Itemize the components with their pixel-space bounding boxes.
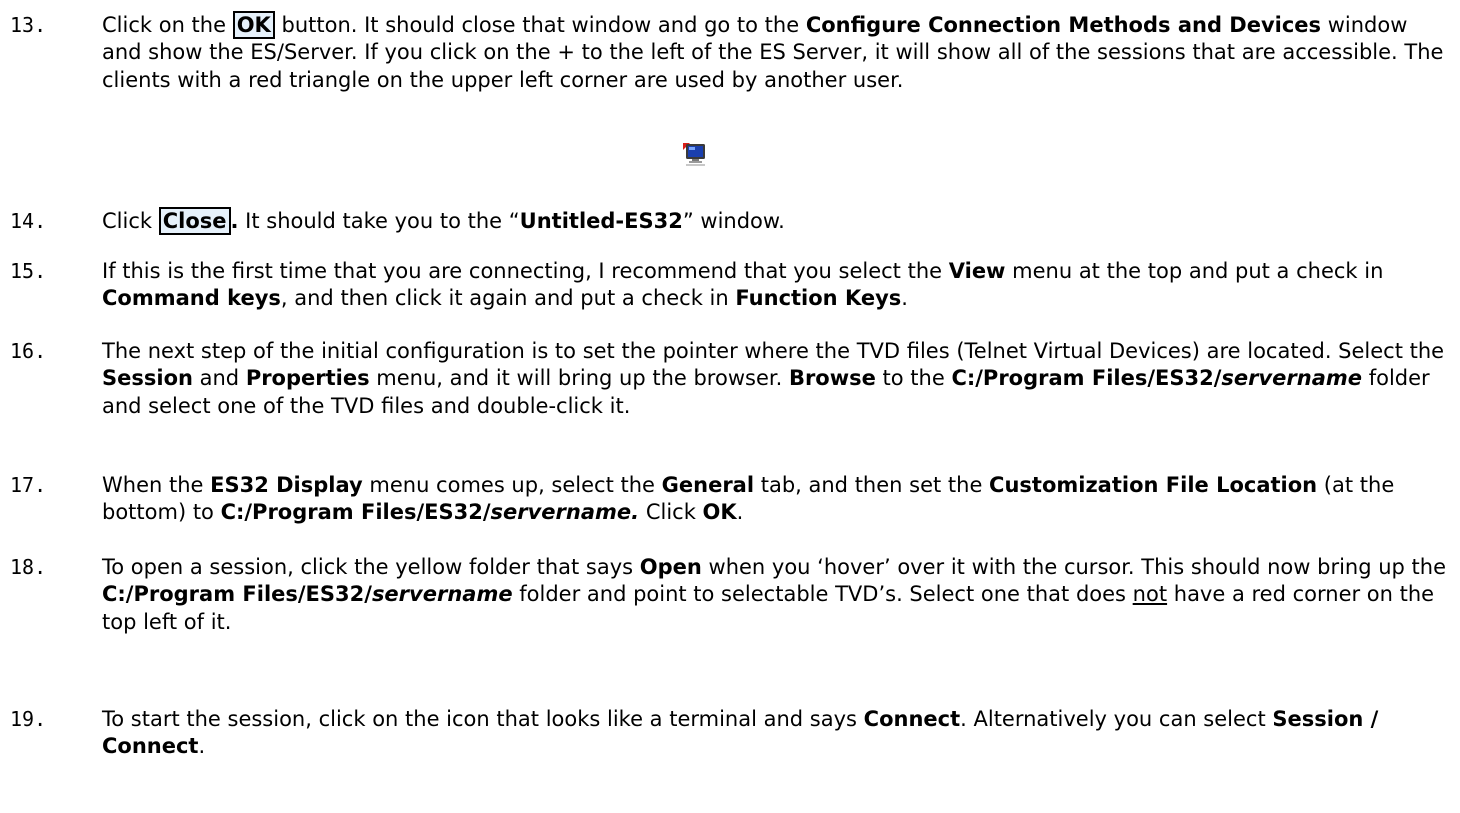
- step-text: To open a session, click the yellow fold…: [102, 555, 1447, 634]
- step-number: 13.: [10, 13, 47, 37]
- step-number: 14.: [10, 209, 47, 233]
- step-text: To start the session, click on the icon …: [102, 707, 1379, 759]
- step-text: The next step of the initial configurati…: [102, 339, 1445, 418]
- step-number: 15.: [10, 259, 47, 283]
- step-text: Click on the OK button. It should close …: [102, 11, 1444, 92]
- step-text: When the ES32 Display menu comes up, sel…: [102, 473, 1395, 525]
- close-button-reference: Close: [158, 207, 231, 235]
- step-number: 19.: [10, 707, 47, 731]
- step-number: 17.: [10, 473, 47, 497]
- step-text: If this is the first time that you are c…: [102, 259, 1384, 311]
- ok-button-reference: OK: [232, 11, 275, 39]
- step-number: 16.: [10, 339, 47, 363]
- step-number: 18.: [10, 555, 47, 579]
- step-text: Click Close. It should take you to the “…: [102, 207, 785, 235]
- terminal-in-use-icon: [683, 136, 707, 170]
